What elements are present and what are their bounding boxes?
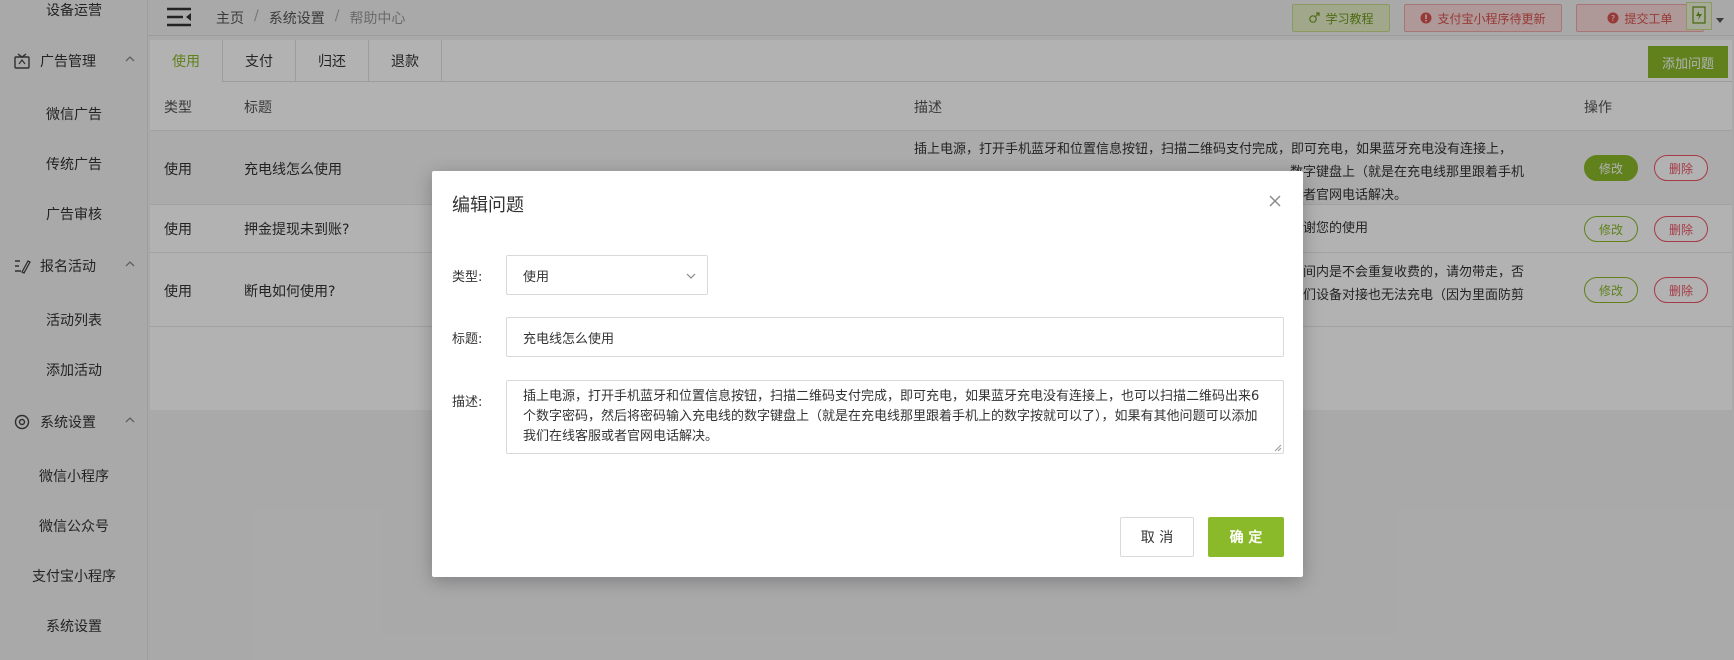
dialog-title: 编辑问题: [452, 195, 524, 216]
close-icon[interactable]: [1267, 193, 1283, 209]
type-label: 类型:: [452, 270, 483, 285]
desc-label: 描述:: [452, 395, 483, 410]
confirm-button[interactable]: 确 定: [1208, 517, 1284, 557]
cancel-button[interactable]: 取 消: [1120, 517, 1194, 557]
resize-handle-icon[interactable]: [1274, 444, 1282, 452]
type-select-value: 使用: [523, 269, 550, 285]
type-select[interactable]: 使用: [506, 255, 708, 295]
title-label: 标题:: [452, 332, 483, 347]
chevron-down-icon: [686, 273, 696, 279]
title-input[interactable]: [506, 317, 1284, 357]
description-textarea[interactable]: 插上电源，打开手机蓝牙和位置信息按钮，扫描二维码支付完成，即可充电，如果蓝牙充电…: [506, 380, 1284, 454]
edit-question-dialog: 编辑问题 类型: 使用 标题: 描述: 插上电源，打开手机蓝牙和位置信息按钮，扫…: [432, 171, 1303, 577]
